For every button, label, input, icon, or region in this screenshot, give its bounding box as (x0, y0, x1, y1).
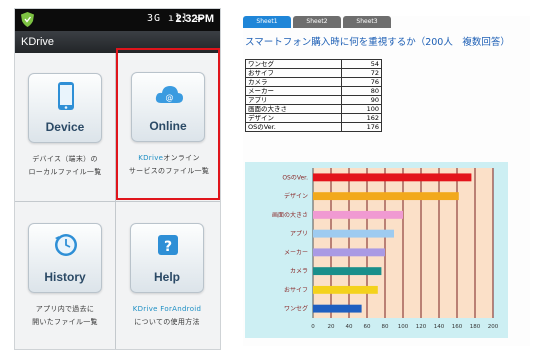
sheet-title: スマートフォン購入時に何を重視するか（200人 複数回答） (245, 37, 510, 48)
y-tick-label: 画面の大きさ (272, 211, 308, 219)
tab-sheet3[interactable]: Sheet3 (343, 16, 391, 28)
table-row: メーカー 80 (245, 86, 382, 96)
table-row: アプリ 90 (245, 95, 382, 105)
help-button[interactable]: ? Help (130, 223, 204, 293)
desc-line: アプリ内で過去に (35, 305, 95, 313)
svg-text:?: ? (164, 239, 172, 255)
y-tick-label: おサイフ (284, 287, 308, 294)
bar (313, 173, 472, 182)
tile-device[interactable]: Device デバイス（端末）の ローカルファイル一覧 (17, 55, 113, 201)
x-tick-label: 0 (311, 324, 315, 330)
online-description: KDriveオンライン サービスのファイル一覧 (122, 152, 216, 178)
table-row: OSのVer. 176 (245, 122, 382, 132)
x-tick-label: 180 (470, 324, 481, 330)
device-description: デバイス（端末）の ローカルファイル一覧 (19, 153, 111, 179)
table-row: 画面の大きさ 100 (245, 104, 382, 114)
y-tick-label: デザイン (284, 192, 308, 200)
online-button[interactable]: @ Online (131, 72, 205, 142)
help-label: Help (153, 270, 180, 284)
table-cell-value[interactable]: 176 (341, 122, 382, 132)
x-tick-label: 80 (382, 324, 389, 330)
table-cell-label[interactable]: OSのVer. (245, 122, 342, 132)
table-cell-label[interactable]: ワンセグ (245, 59, 342, 69)
table-cell-label[interactable]: 画面の大きさ (245, 104, 342, 114)
desc-accent: KDrive ForAndroid (132, 305, 202, 313)
help-description: KDrive ForAndroid についての使用方法 (121, 303, 213, 329)
table-cell-value[interactable]: 90 (341, 95, 382, 105)
device-label: Device (45, 120, 85, 134)
bar (313, 192, 459, 201)
table-cell-label[interactable]: アプリ (245, 95, 342, 105)
y-tick-label: アプリ (290, 231, 308, 238)
table-cell-value[interactable]: 100 (341, 104, 382, 114)
desc-line: についての使用方法 (134, 318, 200, 326)
table-cell-label[interactable]: デザイン (245, 113, 342, 123)
x-tick-label: 20 (328, 324, 335, 330)
table-cell-label[interactable]: おサイフ (245, 68, 342, 78)
y-tick-label: OSのVer. (282, 174, 308, 181)
table-cell-label[interactable]: カメラ (245, 77, 342, 87)
table-cell-value[interactable]: 54 (341, 59, 382, 69)
help-icon: ? (158, 235, 178, 255)
desc-line: 開いたファイル一覧 (32, 318, 98, 326)
desc-line: ローカルファイル一覧 (28, 168, 102, 176)
desc-rest: オンライン (163, 154, 200, 162)
table-cell-value[interactable]: 72 (341, 68, 382, 78)
chart-canvas: 0 20 40 60 80 100 120 140 160 180 200 ワンセグ おサイフ カメラ メー… (272, 168, 499, 330)
bar (313, 267, 382, 276)
desc-line: KDrive ForAndroid (121, 303, 213, 316)
y-tick-label: カメラ (290, 268, 308, 275)
svg-text:@: @ (166, 93, 174, 102)
table-row: デザイン 162 (245, 113, 382, 123)
clock-icon (55, 234, 77, 256)
table-cell-value[interactable]: 76 (341, 77, 382, 87)
shield-icon (21, 12, 34, 27)
table-cell-value[interactable]: 162 (341, 113, 382, 123)
cloud-icon: @ (155, 86, 183, 103)
x-tick-label: 200 (488, 324, 499, 330)
status-time: 2:32PM (175, 13, 214, 25)
history-label: History (44, 270, 86, 284)
device-button[interactable]: Device (28, 73, 102, 143)
x-tick-label: 140 (434, 324, 445, 330)
bar (313, 229, 394, 238)
table-cell-label[interactable]: メーカー (245, 86, 342, 96)
tile-help[interactable]: ? Help KDrive ForAndroid についての使用方法 (119, 205, 215, 349)
bar (313, 248, 385, 257)
y-tick-label: メーカー (284, 249, 308, 256)
phone-icon (58, 82, 74, 110)
desc-line: KDriveオンライン (122, 152, 216, 165)
tab-sheet2[interactable]: Sheet2 (293, 16, 341, 28)
history-description: アプリ内で過去に 開いたファイル一覧 (19, 303, 111, 329)
tile-online[interactable]: @ Online KDriveオンライン サービスのファイル一覧 (116, 48, 220, 200)
history-button[interactable]: History (28, 223, 102, 293)
desc-line: サービスのファイル一覧 (128, 167, 210, 175)
desc-accent: KDrive (138, 154, 164, 162)
online-label: Online (149, 119, 187, 133)
divider (15, 201, 220, 202)
data-table: ワンセグ 54 おサイフ 72 カメラ 76 メーカー 80 アプリ 90 画面の大きさ 100 デザイ… (245, 59, 382, 132)
spreadsheet: Sheet1 Sheet2 Sheet3 スマートフォン購入時に何を重視するか（… (243, 16, 530, 346)
tab-sheet1[interactable]: Sheet1 (243, 16, 291, 28)
bar (313, 210, 403, 219)
tile-history[interactable]: History アプリ内で過去に 開いたファイル一覧 (17, 205, 113, 349)
table-row: ワンセグ 54 (245, 59, 382, 69)
x-tick-label: 60 (364, 324, 371, 330)
bar-chart: 0 20 40 60 80 100 120 140 160 180 200 ワンセグ おサイフ カメラ メー… (245, 162, 508, 338)
status-bar: 3G ıll ▭ 2:32PM (15, 9, 220, 31)
bar (313, 285, 378, 294)
x-tick-label: 100 (398, 324, 409, 330)
x-tick-label: 160 (452, 324, 463, 330)
x-tick-label: 120 (416, 324, 427, 330)
y-tick-label: ワンセグ (284, 305, 308, 313)
table-cell-value[interactable]: 80 (341, 86, 382, 96)
desc-line: デバイス（端末）の (32, 155, 98, 163)
table-row: おサイフ 72 (245, 68, 382, 78)
bar (313, 304, 362, 313)
table-row: カメラ 76 (245, 77, 382, 87)
x-tick-label: 40 (346, 324, 353, 330)
phone-screen: 3G ıll ▭ 2:32PM KDrive Device デバイス（端末）の … (14, 8, 221, 350)
